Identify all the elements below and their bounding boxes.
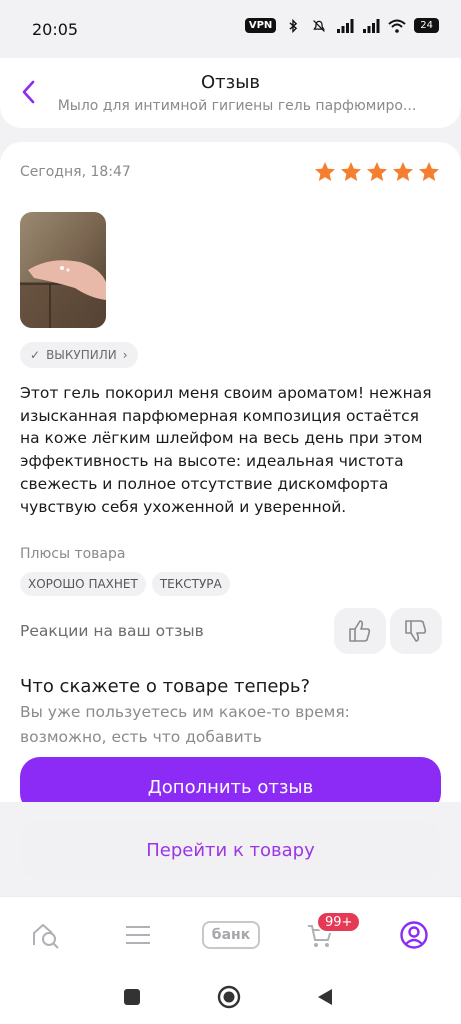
pros-label: Плюсы товара — [20, 546, 126, 562]
square-icon — [124, 989, 140, 1005]
bought-badge-label: ВЫКУПИЛИ — [46, 348, 117, 362]
go-to-product-button[interactable]: Перейти к товару — [20, 820, 441, 880]
menu-icon — [126, 926, 150, 944]
pros-tag: ТЕКСТУРА — [151, 572, 230, 596]
triangle-back-icon — [318, 989, 332, 1005]
status-time: 20:05 — [32, 20, 79, 39]
review-card: Сегодня, 18:47 ✓ ВЫКУПИЛИ › Этот гель по… — [0, 142, 461, 802]
nav-catalog[interactable] — [118, 919, 158, 951]
thumbs-down-icon — [405, 620, 427, 642]
dislike-button[interactable] — [390, 608, 442, 654]
signal-icon-1 — [337, 18, 354, 33]
circle-icon — [217, 985, 241, 1009]
review-text: Этот гель покорил меня своим ароматом! н… — [20, 384, 432, 516]
home-search-icon — [33, 924, 59, 949]
back-button[interactable] — [312, 984, 338, 1010]
nav-home[interactable] — [26, 919, 66, 951]
bought-badge[interactable]: ✓ ВЫКУПИЛИ › — [20, 342, 138, 368]
nav-bank[interactable]: банк — [201, 919, 261, 951]
wifi-icon — [388, 19, 406, 33]
signal-icon-2 — [363, 18, 380, 33]
recent-apps-button[interactable] — [119, 984, 145, 1010]
product-name: Мыло для интимной гигиены гель парфюмиро… — [57, 98, 417, 114]
star-icon — [341, 162, 361, 181]
chevron-right-icon: › — [122, 348, 128, 362]
nav-profile[interactable] — [394, 919, 434, 951]
review-date: Сегодня, 18:47 — [20, 164, 131, 180]
battery-indicator: 24 — [414, 18, 439, 33]
star-icon — [393, 162, 413, 181]
pros-tag: ХОРОШО ПАХНЕТ — [20, 572, 146, 596]
bottom-nav: банк 99+ — [0, 896, 461, 972]
cart-count-badge: 99+ — [316, 911, 362, 933]
add-review-button[interactable]: Дополнить отзыв — [20, 757, 441, 802]
profile-icon — [400, 921, 428, 949]
prompt-subtitle: Вы уже пользуетесь им какое-то время: во… — [20, 703, 350, 746]
prompt-title: Что скажете о товаре теперь? — [20, 676, 311, 697]
check-icon: ✓ — [30, 348, 41, 362]
review-photo[interactable] — [20, 212, 106, 328]
status-bar: 20:05 VPN 24 — [0, 0, 461, 58]
mute-icon — [313, 19, 326, 32]
star-icon — [367, 162, 387, 181]
star-icon — [315, 162, 335, 181]
page-title: Отзыв — [200, 72, 261, 93]
vpn-badge: VPN — [244, 18, 277, 33]
bluetooth-icon — [289, 18, 298, 33]
star-icon — [419, 162, 439, 181]
bank-icon: банк — [202, 921, 260, 949]
home-button[interactable] — [216, 984, 242, 1010]
system-nav — [0, 972, 461, 1024]
like-button[interactable] — [334, 608, 386, 654]
rating-stars — [313, 160, 441, 184]
thumbs-up-icon — [349, 620, 371, 642]
reactions-label: Реакции на ваш отзыв — [20, 622, 204, 640]
header: Отзыв Мыло для интимной гигиены гель пар… — [0, 58, 461, 128]
status-icons: VPN 24 — [244, 18, 439, 33]
pros-tags: ХОРОШО ПАХНЕТ ТЕКСТУРА — [20, 572, 230, 596]
